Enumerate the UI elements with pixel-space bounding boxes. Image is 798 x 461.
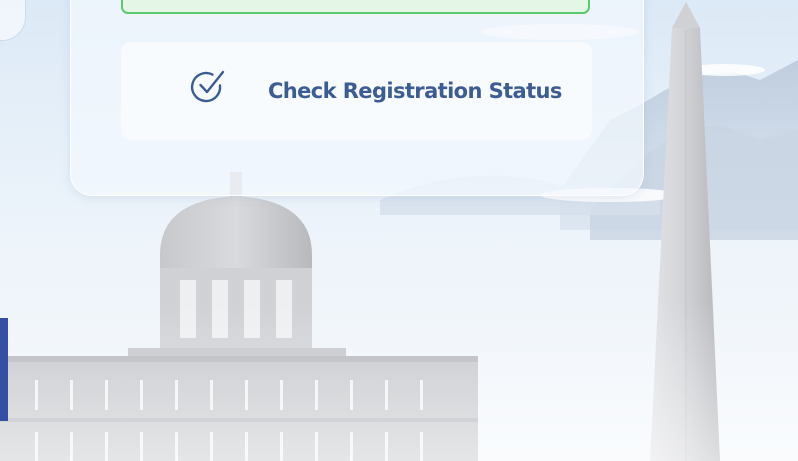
side-accent-strip <box>0 318 8 421</box>
check-circle-icon <box>190 70 225 103</box>
confirm-box <box>121 0 590 14</box>
check-registration-status-label: Check Registration Status <box>268 79 562 103</box>
page: Check Registration Status <box>0 0 798 461</box>
check-registration-status-button[interactable]: Check Registration Status <box>121 42 592 140</box>
